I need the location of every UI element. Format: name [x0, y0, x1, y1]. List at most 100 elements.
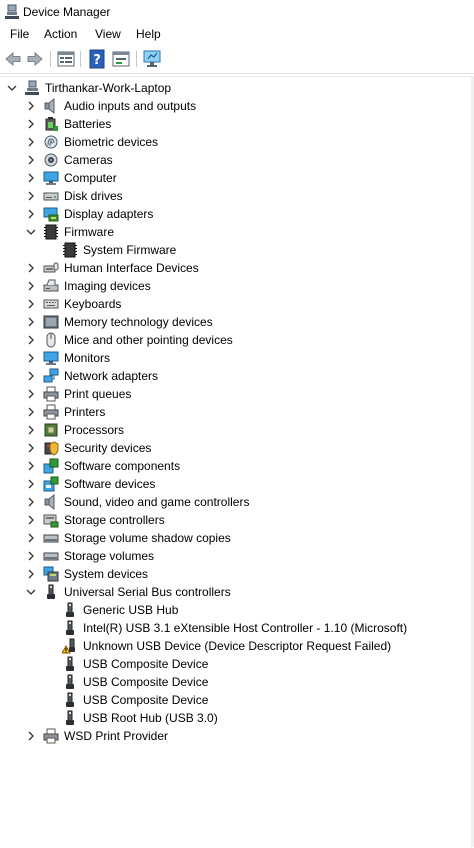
hid-icon — [43, 262, 59, 273]
title-bar: Device Manager — [0, 0, 474, 24]
drive-icon — [43, 552, 59, 561]
tree-category-security-devices[interactable]: Security devices — [0, 439, 474, 457]
tree-device-item[interactable]: USB Composite Device — [0, 691, 474, 709]
tree-device-item[interactable]: System Firmware — [0, 241, 474, 259]
chevron-right-icon[interactable] — [25, 514, 37, 526]
chevron-right-icon[interactable] — [25, 442, 37, 454]
tree-category-storage-controllers[interactable]: Storage controllers — [0, 511, 474, 529]
tree-category-wsd-print-provider[interactable]: WSD Print Provider — [0, 727, 474, 745]
tree-item-label: Audio inputs and outputs — [64, 99, 197, 113]
tree-item-label: Printers — [64, 405, 106, 419]
chevron-right-icon[interactable] — [25, 388, 37, 400]
chevron-right-icon[interactable] — [25, 118, 37, 130]
drive-icon — [43, 534, 59, 543]
fingerprint-icon — [44, 135, 58, 149]
tree-device-item[interactable]: USB Composite Device — [0, 673, 474, 691]
tree-category-print-queues[interactable]: Print queues — [0, 385, 474, 403]
scan-hardware-icon[interactable] — [142, 48, 162, 70]
chevron-right-icon[interactable] — [25, 352, 37, 364]
menu-view[interactable]: View — [92, 24, 124, 44]
tree-device-item[interactable]: Unknown USB Device (Device Descriptor Re… — [0, 637, 474, 655]
chevron-right-icon[interactable] — [25, 100, 37, 112]
menu-help[interactable]: Help — [133, 24, 164, 44]
tree-category-software-components[interactable]: Software components — [0, 457, 474, 475]
tree-category-computer[interactable]: Computer — [0, 169, 474, 187]
speaker-icon — [44, 98, 55, 114]
properties-icon[interactable] — [56, 48, 76, 70]
chevron-right-icon[interactable] — [25, 424, 37, 436]
toolbar-separator — [136, 51, 137, 67]
usb-icon — [66, 692, 74, 707]
tree-item-label: Storage volumes — [64, 549, 155, 563]
chevron-right-icon[interactable] — [25, 478, 37, 490]
chevron-right-icon[interactable] — [25, 460, 37, 472]
processor-icon — [44, 423, 58, 437]
tree-category-processors[interactable]: Processors — [0, 421, 474, 439]
chevron-down-icon[interactable] — [6, 82, 18, 94]
tree-category-storage-volumes[interactable]: Storage volumes — [0, 547, 474, 565]
tree-category-display-adapters[interactable]: Display adapters — [0, 205, 474, 223]
tree-category-firmware[interactable]: Firmware — [0, 223, 474, 241]
tree-item-label: Intel(R) USB 3.1 eXtensible Host Control… — [83, 621, 408, 635]
tree-category-disk-drives[interactable]: Disk drives — [0, 187, 474, 205]
chevron-right-icon[interactable] — [25, 532, 37, 544]
tree-category-storage-volume-shadow-copies[interactable]: Storage volume shadow copies — [0, 529, 474, 547]
chevron-right-icon[interactable] — [25, 496, 37, 508]
chevron-right-icon[interactable] — [25, 280, 37, 292]
chevron-right-icon[interactable] — [25, 730, 37, 742]
tree-device-item[interactable]: Intel(R) USB 3.1 eXtensible Host Control… — [0, 619, 474, 637]
tree-category-keyboards[interactable]: Keyboards — [0, 295, 474, 313]
chevron-right-icon[interactable] — [25, 208, 37, 220]
menu-file[interactable]: File — [7, 24, 32, 44]
chevron-right-icon[interactable] — [25, 334, 37, 346]
back-arrow-icon[interactable] — [3, 48, 23, 70]
update-driver-icon[interactable] — [111, 48, 131, 70]
tree-category-imaging-devices[interactable]: Imaging devices — [0, 277, 474, 295]
tree-category-universal-serial-bus-controllers[interactable]: Universal Serial Bus controllers — [0, 583, 474, 601]
chevron-right-icon[interactable] — [25, 172, 37, 184]
chevron-down-icon[interactable] — [25, 226, 37, 238]
tree-category-software-devices[interactable]: Software devices — [0, 475, 474, 493]
chevron-right-icon[interactable] — [25, 298, 37, 310]
tree-category-mice-and-other-pointing-devices[interactable]: Mice and other pointing devices — [0, 331, 474, 349]
tree-item-label: Cameras — [64, 153, 113, 167]
chevron-right-icon[interactable] — [25, 136, 37, 148]
tree-item-label: Storage controllers — [64, 513, 165, 527]
chevron-right-icon[interactable] — [25, 370, 37, 382]
mouse-icon — [46, 332, 56, 348]
chevron-right-icon[interactable] — [25, 190, 37, 202]
usb-icon — [66, 602, 74, 617]
tree-item-label: Security devices — [64, 441, 152, 455]
tree-category-memory-technology-devices[interactable]: Memory technology devices — [0, 313, 474, 331]
chevron-right-icon[interactable] — [25, 154, 37, 166]
tree-category-monitors[interactable]: Monitors — [0, 349, 474, 367]
tree-category-batteries[interactable]: Batteries — [0, 115, 474, 133]
tree-root[interactable]: Tirthankar-Work-Laptop — [0, 79, 474, 97]
device-tree: Tirthankar-Work-Laptop Audio inputs and … — [0, 76, 474, 848]
tree-device-item[interactable]: Generic USB Hub — [0, 601, 474, 619]
forward-arrow-icon[interactable] — [25, 48, 45, 70]
chevron-right-icon[interactable] — [25, 568, 37, 580]
tree-category-biometric-devices[interactable]: Biometric devices — [0, 133, 474, 151]
chevron-down-icon[interactable] — [25, 586, 37, 598]
tree-device-item[interactable]: USB Root Hub (USB 3.0) — [0, 709, 474, 727]
tree-item-label: Firmware — [64, 225, 114, 239]
tree-category-sound-video-and-game-controllers[interactable]: Sound, video and game controllers — [0, 493, 474, 511]
chevron-right-icon[interactable] — [25, 406, 37, 418]
chevron-right-icon[interactable] — [25, 550, 37, 562]
chevron-right-icon[interactable] — [25, 262, 37, 274]
chevron-right-icon[interactable] — [25, 316, 37, 328]
tree-device-item[interactable]: USB Composite Device — [0, 655, 474, 673]
tree-category-human-interface-devices[interactable]: Human Interface Devices — [0, 259, 474, 277]
keyboard-icon — [43, 299, 59, 309]
tree-item-label: Monitors — [64, 351, 111, 365]
menu-action[interactable]: Action — [41, 24, 80, 44]
tree-category-cameras[interactable]: Cameras — [0, 151, 474, 169]
monitor-icon — [43, 351, 59, 365]
help-icon[interactable]: ? — [87, 48, 107, 70]
tree-item-label: Sound, video and game controllers — [64, 495, 250, 509]
tree-category-audio-inputs-and-outputs[interactable]: Audio inputs and outputs — [0, 97, 474, 115]
tree-category-system-devices[interactable]: System devices — [0, 565, 474, 583]
tree-category-printers[interactable]: Printers — [0, 403, 474, 421]
tree-category-network-adapters[interactable]: Network adapters — [0, 367, 474, 385]
